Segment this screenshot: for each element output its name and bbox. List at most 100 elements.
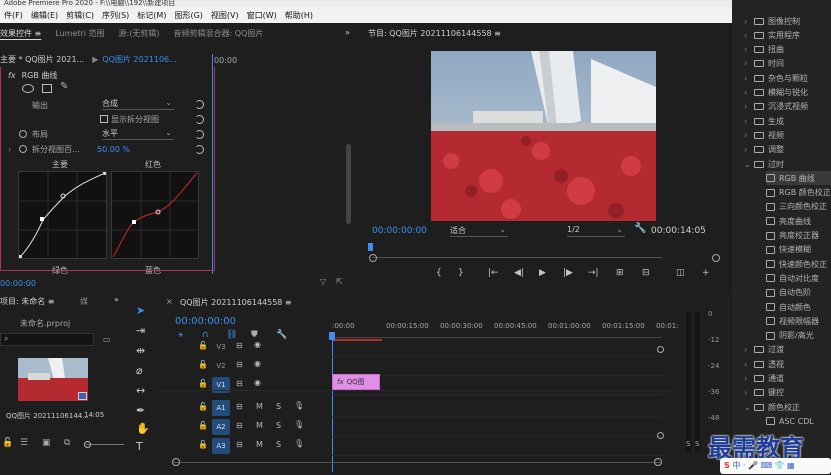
effects-folder[interactable]: › 扭曲 [744,43,831,57]
menu-item[interactable]: 件(F) [0,10,27,21]
vertical-scroll-handle[interactable] [657,432,664,439]
effects-folder[interactable]: › 生成 [744,114,831,128]
chevron-right-icon[interactable]: › [744,17,754,26]
freeform-view-icon[interactable]: ⧉ [64,438,70,448]
filter-icon[interactable]: ▽ [320,277,326,286]
chevron-right-icon[interactable]: › [744,59,754,68]
effects-folder[interactable]: › 沉浸式视频 [744,100,831,114]
panel-scrollbar[interactable] [346,144,351,224]
sync-lock-icon[interactable]: ⊟ [236,440,243,449]
effect-item[interactable]: 自动颜色 [766,300,831,314]
step-back-icon[interactable]: ◀| [514,268,524,278]
zoom-slider[interactable] [86,444,124,445]
fit-select[interactable]: 适合 ⌄ [450,225,508,237]
timeline-timecode[interactable]: 00:00:00:00 [175,316,236,327]
effects-folder[interactable]: ⌄ 颜色校正 [744,400,831,414]
go-to-out-icon[interactable]: →| [588,268,599,278]
effect-item[interactable]: 自动色阶 [766,286,831,300]
playhead-handle[interactable] [329,332,335,340]
track-target[interactable]: A1 [212,400,230,416]
lock-icon[interactable]: 🔓 [2,438,13,448]
track-target[interactable]: V2 [212,358,230,374]
lock-icon[interactable]: 🔓 [198,360,208,369]
effect-item[interactable]: RGB 颜色校正 [766,186,831,200]
more-tabs-icon[interactable]: » [114,295,119,304]
chevron-right-icon[interactable]: › [744,74,754,83]
effect-item[interactable]: 视频限幅器 [766,314,831,328]
extract-icon[interactable]: ⊟ [642,268,650,278]
scrub-start-handle[interactable] [369,254,377,262]
vertical-scroll-handle[interactable] [657,346,664,353]
nest-icon[interactable]: ⚹ [178,330,183,340]
chevron-right-icon[interactable]: › [744,102,754,111]
timeline-playhead[interactable] [332,332,333,472]
lock-icon[interactable]: 🔓 [198,379,208,388]
chevron-right-icon[interactable]: › [744,88,754,97]
solo-right[interactable]: S [695,440,699,448]
lock-icon[interactable]: 🔓 [198,341,208,350]
sync-lock-icon[interactable]: ⊟ [236,341,243,350]
program-video-frame[interactable] [431,51,656,221]
lock-icon[interactable]: 🔓 [198,402,208,411]
add-button-icon[interactable]: + [702,268,710,278]
effects-folder[interactable]: ⌄ 过时 [744,157,831,171]
icon-view-icon[interactable]: ▣ [42,438,51,448]
effect-item[interactable]: 自动对比度 [766,271,831,285]
ripple-edit-tool-icon[interactable]: ⇹ [136,344,145,357]
lock-icon[interactable]: 🔓 [198,440,208,449]
timeline-clip-v1[interactable]: fx QQ图 [332,374,380,390]
effect-item[interactable]: 亮度曲线 [766,214,831,228]
chevron-right-icon[interactable]: › [744,374,754,383]
tab-lumetri-scopes[interactable]: Lumetri 范围 [48,28,111,39]
export-icon[interactable]: ⇱ [336,277,343,286]
track-target[interactable]: A2 [212,419,230,435]
menu-item[interactable]: 编辑(E) [27,10,62,21]
menu-item[interactable]: 帮助(H) [281,10,317,21]
timeline-title[interactable]: QQ图片 20211106144558 ≡ [180,297,292,308]
list-view-icon[interactable]: ☰ [20,438,28,448]
effects-folder[interactable]: › 图像控制 [744,14,831,28]
mic-icon[interactable]: 🎙 [294,420,304,429]
mic-icon[interactable]: 🎙 [294,401,304,410]
effects-folder[interactable]: › 调整 [744,143,831,157]
effects-folder[interactable]: › 视频 [744,128,831,142]
clip-target-link[interactable]: QQ图片 2021106... [102,54,176,65]
selection-tool-icon[interactable]: ➤ [136,304,145,317]
mute-icon[interactable]: M [256,402,263,411]
chevron-right-icon[interactable]: › [744,45,754,54]
quality-select[interactable]: 1/2 ⌄ [567,225,625,237]
chevron-right-icon[interactable]: › [744,345,754,354]
menu-item[interactable]: 图形(G) [170,10,206,21]
chevron-right-icon[interactable]: › [744,31,754,40]
solo-icon[interactable]: S [276,440,281,449]
effects-folder[interactable]: › 杂色与颗粒 [744,71,831,85]
slip-tool-icon[interactable]: ↔ [136,384,145,397]
effect-item[interactable]: 快速颜色校正 [766,257,831,271]
effect-item[interactable]: 亮度校正器 [766,229,831,243]
type-tool-icon[interactable]: T [136,440,143,453]
mic-icon[interactable]: 🎙 [294,439,304,448]
effects-folder[interactable]: › 时间 [744,57,831,71]
go-to-in-icon[interactable]: |← [488,268,499,278]
pen-tool-icon[interactable]: ✒ [136,404,145,417]
project-title[interactable]: 项目: 未命名 ≡ [0,296,54,307]
tab-effect-controls[interactable]: 效果控件 ≡ [0,28,48,39]
effect-item[interactable]: 阴影/高光 [766,329,831,343]
sync-lock-icon[interactable]: ⊟ [236,379,243,388]
settings-wrench-icon[interactable]: 🔧 [634,223,646,234]
sync-lock-icon[interactable]: ⊟ [236,402,243,411]
menu-item[interactable]: 视图(V) [207,10,243,21]
eye-icon[interactable]: ◉ [254,378,261,387]
solo-icon[interactable]: S [276,402,281,411]
bin-icon[interactable]: ▭ [103,335,111,344]
effect-item[interactable]: 三向颜色校正 [766,200,831,214]
chevron-down-icon[interactable]: ⌄ [744,160,754,169]
program-scrub-bar[interactable] [372,252,662,258]
menu-item[interactable]: 序列(S) [98,10,133,21]
close-icon[interactable]: × [166,297,173,306]
effects-folder[interactable]: › 透视 [744,357,831,371]
hand-tool-icon[interactable]: ✋ [136,422,150,435]
work-area-bar[interactable] [332,339,382,341]
more-tabs-icon[interactable]: » [345,28,350,37]
effect-item[interactable]: RGB 曲线 [766,171,831,186]
